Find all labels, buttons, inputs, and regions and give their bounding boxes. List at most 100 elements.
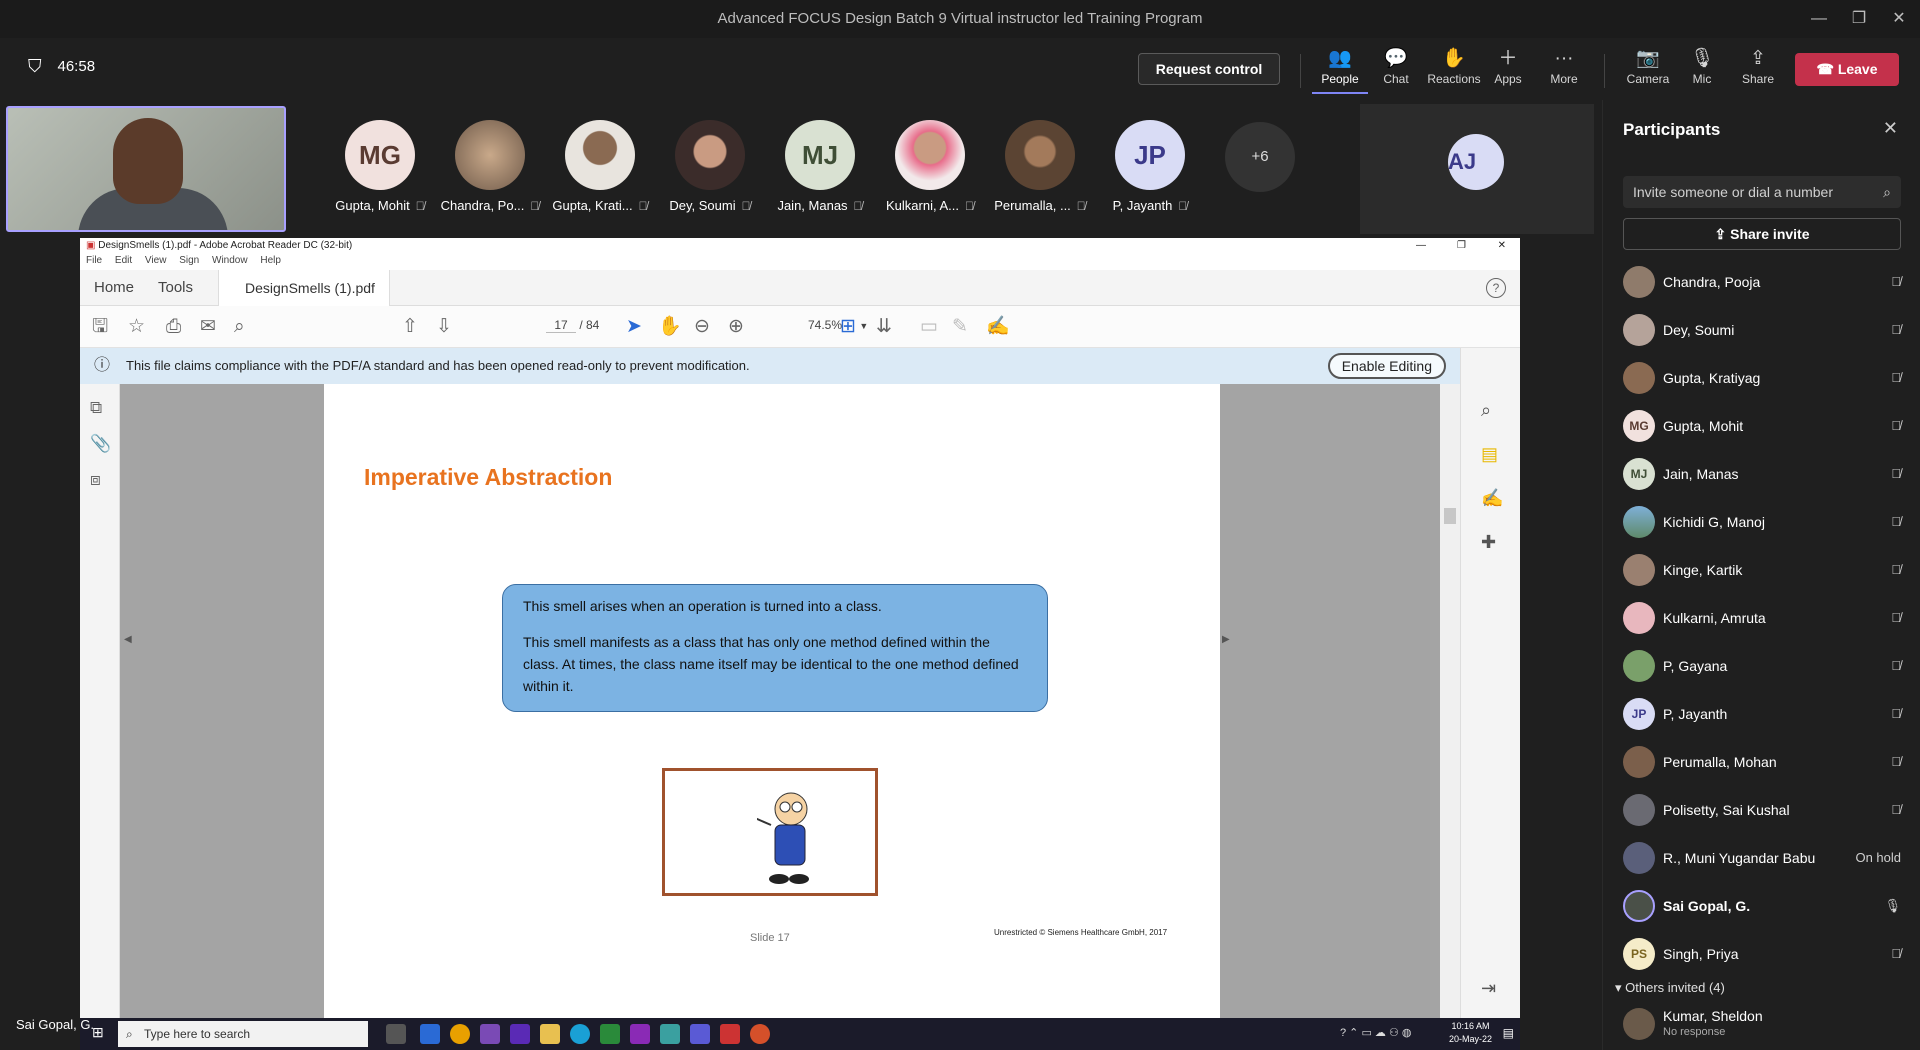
invite-input[interactable]: Invite someone or dial a number ⌕ [1623, 176, 1901, 208]
collapse-right-icon[interactable]: ▶ [1222, 634, 1230, 645]
hand-tool-icon[interactable]: ✋ [658, 306, 682, 348]
more-button[interactable]: ··· More [1536, 46, 1592, 94]
gallery-tile[interactable]: Perumalla, ... 🎙̸ [985, 120, 1095, 213]
gallery-tile[interactable]: JP P, Jayanth 🎙̸ [1095, 120, 1205, 213]
menu-edit[interactable]: Edit [115, 255, 132, 266]
teams-icon[interactable] [690, 1024, 710, 1044]
list-item[interactable]: Perumalla, Mohan 🎙̸ [1603, 738, 1920, 786]
menu-window[interactable]: Window [212, 255, 248, 266]
select-cursor-icon[interactable]: ➤ [626, 306, 642, 348]
comment-tool-icon[interactable]: ▤ [1481, 444, 1498, 465]
menu-sign[interactable]: Sign [179, 255, 199, 266]
tools-more-icon[interactable]: ✚ [1481, 532, 1496, 553]
close-window-icon[interactable]: ✕ [1876, 0, 1920, 38]
list-item[interactable]: Chandra, Pooja 🎙̸ [1603, 258, 1920, 306]
list-item[interactable]: MG Gupta, Mohit 🎙̸ [1603, 402, 1920, 450]
notification-icon[interactable]: ▤ [1503, 1026, 1514, 1040]
apps-button[interactable]: ＋ Apps [1480, 46, 1536, 94]
list-item[interactable]: Kichidi G, Manoj 🎙̸ [1603, 498, 1920, 546]
restore-icon[interactable]: ❐ [1457, 238, 1466, 254]
self-video[interactable] [6, 106, 286, 232]
reactions-button[interactable]: ✋ Reactions [1424, 46, 1484, 94]
people-button[interactable]: 👥 People [1312, 46, 1368, 94]
list-item[interactable]: PS Singh, Priya 🎙̸ [1603, 930, 1920, 978]
scroll-mode-icon[interactable]: ⇊ [876, 306, 892, 348]
attachment-icon[interactable]: 📎 [90, 434, 111, 454]
zoom-out-icon[interactable]: ⊖ [694, 306, 710, 348]
save-icon[interactable]: 🖫 [92, 306, 108, 348]
gallery-tile[interactable]: Kulkarni, A... 🎙̸ [875, 120, 985, 213]
chrome-icon[interactable] [450, 1024, 470, 1044]
page-display-icon[interactable]: ⊞ [840, 306, 856, 348]
tab-home[interactable]: Home [94, 270, 134, 306]
list-item[interactable]: JP P, Jayanth 🎙̸ [1603, 690, 1920, 738]
print-icon[interactable]: ⎙ [166, 306, 181, 348]
page-input[interactable]: 17 [546, 318, 576, 333]
taskbar-search-input[interactable]: ⌕ Type here to search [118, 1021, 368, 1047]
list-item[interactable]: R., Muni Yugandar Babu On hold [1603, 834, 1920, 882]
system-tray-icons[interactable]: ? ⌃ ▭ ☁ ⚇ ◍ [1340, 1026, 1411, 1039]
app-icon[interactable] [660, 1024, 680, 1044]
email-icon[interactable]: ✉ [200, 306, 216, 348]
sign-icon[interactable]: ✍ [986, 306, 1010, 348]
collapse-left-icon[interactable]: ◀ [124, 634, 132, 645]
gallery-tile[interactable]: Gupta, Krati... 🎙̸ [545, 120, 655, 213]
list-item[interactable]: Sai Gopal, G. 🎙 [1603, 882, 1920, 930]
zoom-in-icon[interactable]: ⊕ [728, 306, 744, 348]
pages-icon[interactable]: ⧉ [90, 398, 102, 418]
spotlight-tile[interactable]: AJ [1360, 104, 1594, 234]
excel-icon[interactable] [600, 1024, 620, 1044]
zoom-tool-icon[interactable]: ⌕ [1481, 400, 1491, 421]
vertical-scrollbar[interactable] [1440, 384, 1460, 1018]
camera-button[interactable]: 📷 Camera [1618, 46, 1678, 94]
edge-icon[interactable] [570, 1024, 590, 1044]
taskbar-clock[interactable]: 10:16 AM 20-May-22 [1449, 1020, 1492, 1046]
next-page-icon[interactable]: ⇩ [436, 306, 452, 348]
task-view-icon[interactable] [386, 1024, 406, 1044]
close-icon[interactable]: ✕ [1498, 238, 1506, 254]
comment-icon[interactable]: ▭ [920, 306, 938, 348]
gallery-tile[interactable]: MG Gupta, Mohit 🎙̸ [325, 120, 435, 213]
outlook-icon[interactable] [420, 1024, 440, 1044]
share-invite-button[interactable]: ⇪ Share invite [1623, 218, 1901, 250]
expand-panel-icon[interactable]: ⇥ [1481, 978, 1496, 999]
share-button[interactable]: ⇪ Share [1730, 46, 1786, 94]
list-item[interactable]: P, Gayana 🎙̸ [1603, 642, 1920, 690]
prev-page-icon[interactable]: ⇧ [402, 306, 418, 348]
chat-button[interactable]: 💬 Chat [1368, 46, 1424, 94]
gallery-tile[interactable]: MJ Jain, Manas 🎙̸ [765, 120, 875, 213]
gallery-tile[interactable]: Dey, Soumi 🎙̸ [655, 120, 765, 213]
list-item[interactable]: Kinge, Kartik 🎙̸ [1603, 546, 1920, 594]
minimize-icon[interactable]: — [1416, 238, 1426, 254]
menu-file[interactable]: File [86, 255, 102, 266]
menu-help[interactable]: Help [260, 255, 281, 266]
onenote-icon[interactable] [630, 1024, 650, 1044]
document-canvas[interactable]: ◀ Imperative Abstraction This smell aris… [120, 384, 1460, 1018]
search-icon[interactable]: ⌕ [1883, 176, 1891, 208]
request-control-button[interactable]: Request control [1138, 53, 1280, 85]
list-item[interactable]: Kulkarni, Amruta 🎙̸ [1603, 594, 1920, 642]
acrobat-icon[interactable] [720, 1024, 740, 1044]
list-item[interactable]: MJ Jain, Manas 🎙̸ [1603, 450, 1920, 498]
help-icon[interactable]: ? [1486, 278, 1506, 298]
visual-studio-2-icon[interactable] [510, 1024, 530, 1044]
leave-button[interactable]: ☎ Leave [1795, 53, 1899, 86]
list-item[interactable]: Gupta, Kratiyag 🎙̸ [1603, 354, 1920, 402]
tab-document[interactable]: DesignSmells (1).pdf ✕ [218, 270, 390, 332]
find-icon[interactable]: ⌕ [234, 306, 245, 348]
file-explorer-icon[interactable] [540, 1024, 560, 1044]
menu-view[interactable]: View [145, 255, 167, 266]
enable-editing-button[interactable]: Enable Editing [1327, 353, 1446, 379]
mic-button[interactable]: 🎙 Mic [1674, 46, 1730, 94]
star-icon[interactable]: ☆ [128, 306, 145, 348]
list-item[interactable]: Kumar, Sheldon No response [1603, 1000, 1920, 1050]
gallery-tile[interactable]: Chandra, Po... 🎙̸ [435, 120, 545, 213]
visual-studio-icon[interactable] [480, 1024, 500, 1044]
close-icon[interactable]: ✕ [1883, 118, 1898, 139]
more-participants-button[interactable]: +6 [1225, 122, 1295, 192]
list-item[interactable]: Polisetty, Sai Kushal 🎙̸ [1603, 786, 1920, 834]
highlight-icon[interactable]: ✎ [952, 306, 968, 348]
others-invited-toggle[interactable]: ▾ Others invited (4) [1615, 980, 1725, 996]
list-item[interactable]: Dey, Soumi 🎙̸ [1603, 306, 1920, 354]
tab-tools[interactable]: Tools [158, 270, 193, 306]
